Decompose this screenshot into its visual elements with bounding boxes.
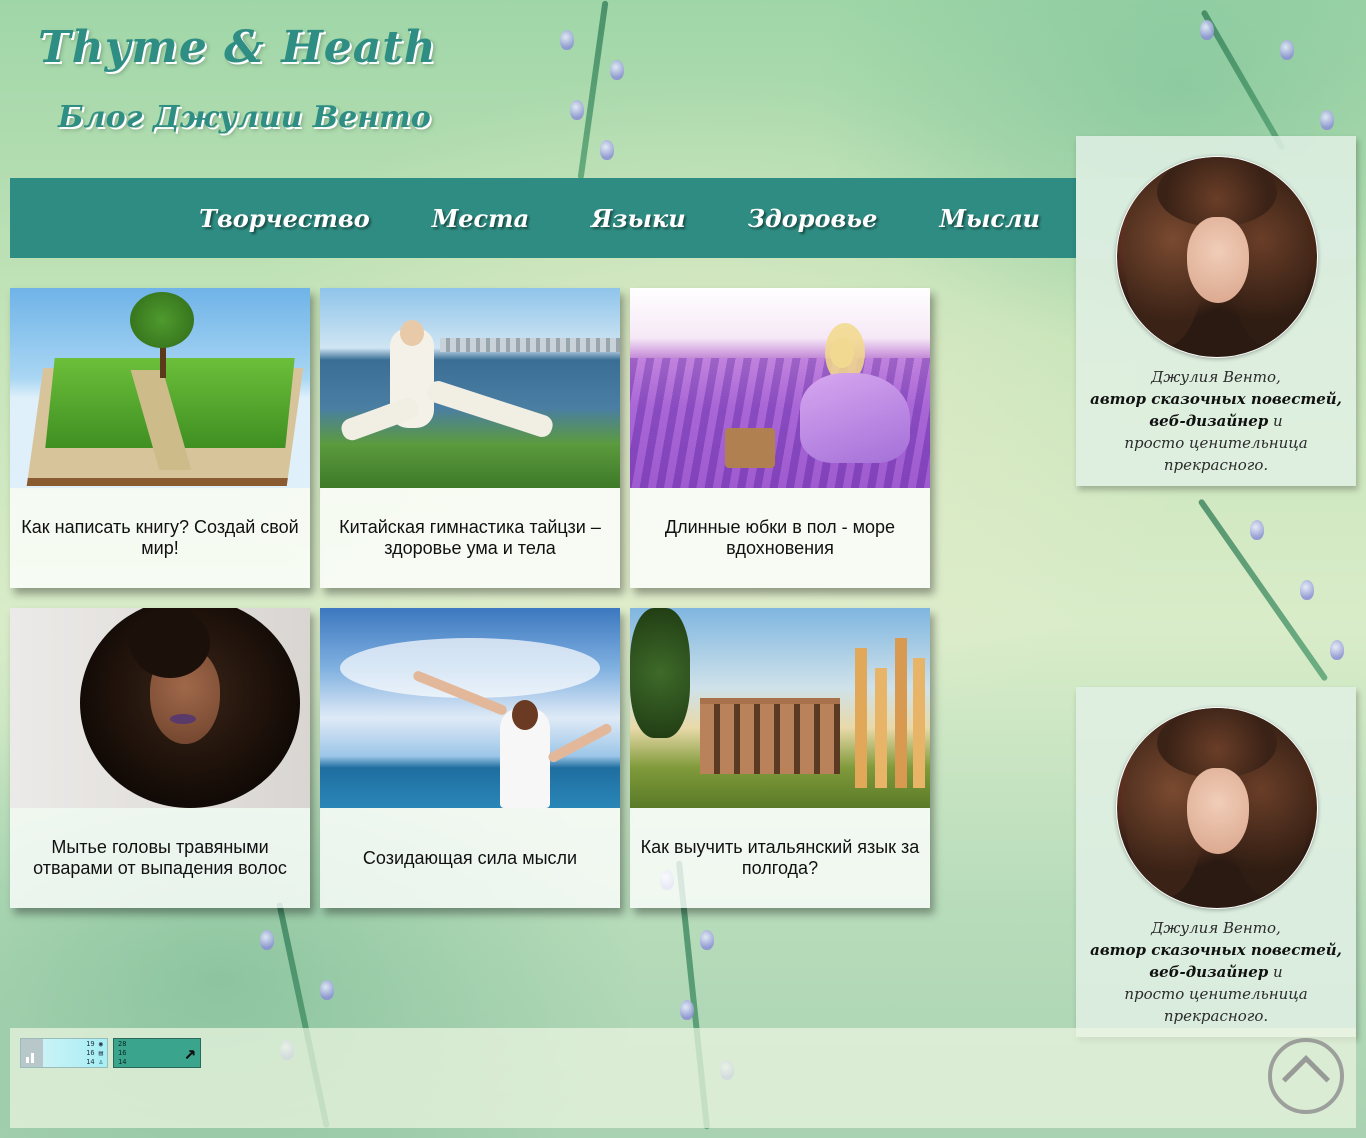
nav-item-places[interactable]: Места — [432, 204, 529, 233]
visit-counter-badge[interactable]: 19 ◉ 16 ▤ 14 ♙ — [20, 1038, 108, 1068]
scroll-to-top-button[interactable] — [1268, 1038, 1344, 1114]
post-image-taichi[interactable] — [320, 288, 620, 488]
nav-item-thoughts[interactable]: Мысли — [939, 204, 1040, 233]
author-and: и — [1273, 963, 1283, 981]
footer — [10, 1028, 1356, 1128]
page-icon: ▤ — [98, 1049, 103, 1057]
author-role-1: автор сказочных повестей, — [1090, 390, 1342, 408]
counter-values: 28 16 14 — [118, 1040, 127, 1066]
post-image-lavender[interactable] — [630, 288, 930, 488]
post-title[interactable]: Как выучить итальянский язык за полгода? — [630, 808, 930, 908]
person-icon: ♙ — [98, 1058, 103, 1066]
author-name: Джулия Венто, — [1151, 919, 1281, 937]
author-line-4: просто ценительница — [1124, 434, 1308, 452]
author-role-1: автор сказочных повестей, — [1090, 941, 1342, 959]
author-line-5: прекрасного. — [1163, 456, 1269, 474]
author-and: и — [1273, 412, 1283, 430]
bar-chart-icon — [21, 1039, 43, 1067]
eye-icon: ◉ — [98, 1040, 103, 1048]
site-title[interactable]: Thyme & Heath — [38, 22, 437, 73]
author-role-2: веб-дизайнер — [1149, 963, 1269, 981]
author-avatar — [1116, 707, 1318, 909]
author-bio: Джулия Венто, автор сказочных повестей, … — [1076, 917, 1356, 1027]
main-nav: Творчество Места Языки Здоровье Мысли — [10, 178, 1076, 258]
site-subtitle: Блог Джулии Венто — [58, 100, 431, 135]
author-avatar — [1116, 156, 1318, 358]
author-role-2: веб-дизайнер — [1149, 412, 1269, 430]
post-image-sea[interactable] — [320, 608, 620, 808]
post-image-book[interactable] — [10, 288, 310, 488]
post-card[interactable]: Как выучить итальянский язык за полгода? — [630, 608, 930, 908]
post-card[interactable]: Длинные юбки в пол - море вдохновения — [630, 288, 930, 588]
author-line-5: прекрасного. — [1163, 1007, 1269, 1025]
post-card[interactable]: Как написать книгу? Создай свой мир! — [10, 288, 310, 588]
post-title[interactable]: Созидающая сила мысли — [320, 808, 620, 908]
author-profile: Джулия Венто, автор сказочных повестей, … — [1076, 687, 1356, 1037]
post-card[interactable]: Мытье головы травяными отварами от выпад… — [10, 608, 310, 908]
post-title[interactable]: Длинные юбки в пол - море вдохновения — [630, 488, 930, 588]
post-title[interactable]: Мытье головы травяными отварами от выпад… — [10, 808, 310, 908]
nav-item-languages[interactable]: Языки — [591, 204, 686, 233]
post-card[interactable]: Китайская гимнастика тайцзи – здоровье у… — [320, 288, 620, 588]
author-line-4: просто ценительница — [1124, 985, 1308, 1003]
author-profile: Джулия Венто, автор сказочных повестей, … — [1076, 136, 1356, 486]
post-card[interactable]: Созидающая сила мысли — [320, 608, 620, 908]
nav-item-creativity[interactable]: Творчество — [199, 204, 370, 233]
post-title[interactable]: Как написать книгу? Создай свой мир! — [10, 488, 310, 588]
arrow-up-right-icon: ↗ — [183, 1040, 196, 1064]
post-image-colosseum[interactable] — [630, 608, 930, 808]
liveinternet-counter-badge[interactable]: 28 16 14 ↗ — [113, 1038, 201, 1068]
author-bio: Джулия Венто, автор сказочных повестей, … — [1076, 366, 1356, 476]
chevron-up-icon — [1281, 1054, 1331, 1104]
post-title[interactable]: Китайская гимнастика тайцзи – здоровье у… — [320, 488, 620, 588]
nav-item-health[interactable]: Здоровье — [748, 204, 878, 233]
author-name: Джулия Венто, — [1151, 368, 1281, 386]
post-image-curly-hair[interactable] — [10, 608, 310, 808]
counter-values: 19 ◉ 16 ▤ 14 ♙ — [86, 1040, 103, 1066]
